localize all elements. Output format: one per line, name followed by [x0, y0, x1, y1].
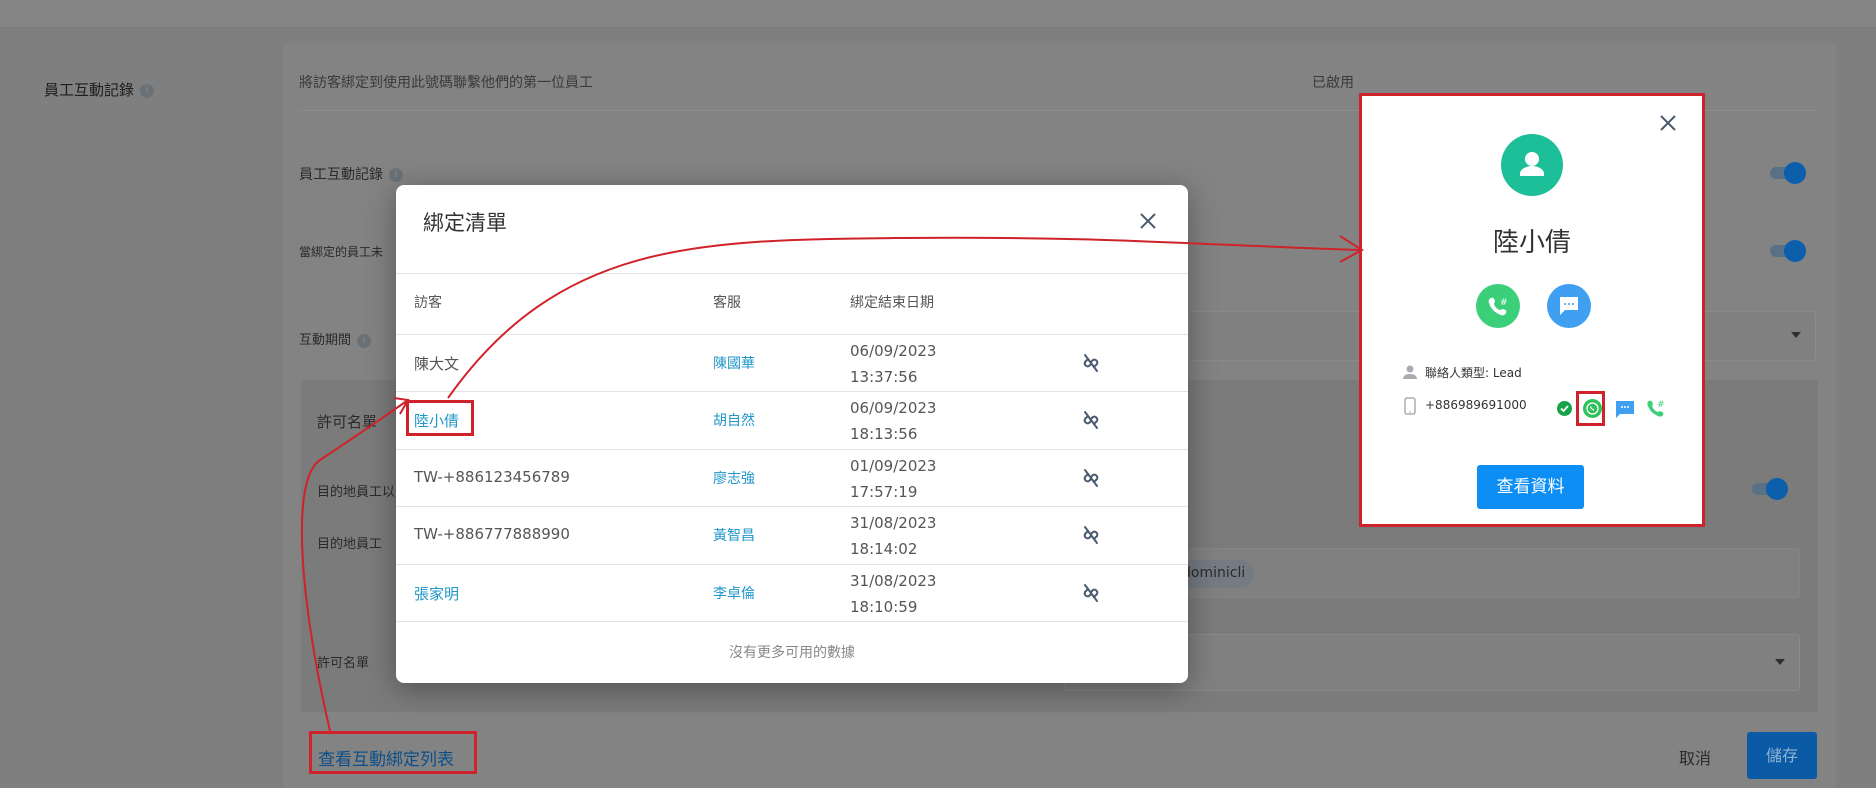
end-date-cell: 31/08/2023 18:10:59: [850, 568, 936, 620]
chevron-down-icon: [1791, 332, 1801, 338]
info-icon: i: [357, 333, 372, 348]
svg-text:#: #: [1657, 400, 1665, 410]
contact-name: 陸小倩: [1492, 228, 1571, 258]
date: 31/08/2023: [850, 514, 937, 533]
unavailable-label: 當綁定的員工未: [299, 245, 384, 259]
end-date-cell: 01/09/2023 17:57:19: [850, 453, 936, 505]
unlink-icon[interactable]: [1079, 351, 1103, 375]
dest-staff-select[interactable]: [1188, 548, 1800, 598]
allowlist-title: 許可名單: [317, 413, 378, 431]
visitor-cell: 陳大文: [414, 355, 460, 373]
phone-number: +886989691000: [1425, 398, 1527, 412]
time: 18:14:02: [850, 540, 918, 559]
no-more-data: 沒有更多可用的數據: [729, 645, 855, 661]
bind-status: 已啟用: [1312, 75, 1354, 91]
dest-staff-label: 目的地員工: [317, 537, 383, 552]
dest-staff-toggle[interactable]: [1750, 478, 1788, 500]
chevron-down-icon: [1775, 658, 1785, 665]
date: 01/09/2023: [850, 456, 937, 475]
info-icon: i: [389, 168, 403, 182]
view-profile-button[interactable]: 查看資料: [1477, 465, 1584, 509]
interaction-log-toggle[interactable]: [1768, 162, 1806, 184]
agent-cell[interactable]: 李卓倫: [713, 583, 755, 603]
time: 18:13:56: [850, 425, 918, 444]
close-icon[interactable]: [1659, 114, 1677, 132]
header-divider: [396, 273, 1188, 274]
time: 17:57:19: [850, 482, 918, 501]
visitor-cell: TW-+886123456789: [414, 467, 570, 486]
visitor-cell[interactable]: 張家明: [414, 583, 459, 604]
visitor-cell: TW-+886777888990: [414, 525, 570, 544]
call-icon[interactable]: #: [1646, 398, 1666, 418]
mobile-phone-icon: [1404, 397, 1416, 415]
date: 31/08/2023: [850, 571, 937, 590]
binding-list-modal: 綁定清單 訪客 客服 綁定結束日期 陳大文 陳國華 06/09/2023 13:3…: [396, 185, 1188, 683]
info-icon: i: [140, 83, 155, 98]
agent-cell[interactable]: 廖志強: [713, 468, 755, 488]
unlink-icon[interactable]: [1079, 466, 1103, 490]
table-row: 張家明 李卓倫 31/08/2023 18:10:59: [396, 563, 1188, 621]
call-button[interactable]: #: [1476, 284, 1520, 328]
interaction-log-label: 員工互動記錄 i: [299, 164, 403, 184]
unavailable-toggle[interactable]: [1768, 240, 1806, 262]
close-icon[interactable]: [1138, 211, 1158, 231]
annotation-box-whatsapp: [1576, 391, 1605, 426]
table-row: 陳大文 陳國華 06/09/2023 13:37:56: [396, 334, 1188, 391]
bind-description: 將訪客綁定到使用此號碼聯繫他們的第一位員工: [299, 75, 593, 91]
phone-dial-icon: #: [1488, 297, 1508, 316]
annotation-box-link: [309, 731, 477, 774]
table-row: TW-+886777888990 黃智昌 31/08/2023 18:14:02: [396, 506, 1188, 563]
svg-text:#: #: [1500, 298, 1508, 308]
period-label: 互動期間 i: [299, 329, 372, 348]
avatar: [1501, 134, 1563, 196]
end-date-cell: 06/09/2023 18:13:56: [850, 395, 936, 447]
allowlist-label: 許可名單: [317, 656, 370, 671]
annotation-box-visitor: [406, 400, 474, 436]
contact-type-value: Lead: [1492, 366, 1522, 380]
cancel-button[interactable]: 取消: [1679, 745, 1711, 769]
sms-icon[interactable]: [1615, 400, 1635, 419]
unlink-icon[interactable]: [1079, 523, 1103, 547]
end-date-cell: 31/08/2023 18:14:02: [850, 510, 936, 562]
section-label: 員工互動記錄 i: [44, 79, 155, 100]
agent-cell[interactable]: 黃智昌: [713, 525, 755, 545]
message-button[interactable]: [1547, 284, 1591, 328]
column-header-visitor: 訪客: [414, 295, 442, 311]
end-date-cell: 06/09/2023 13:37:56: [850, 338, 936, 390]
unlink-icon[interactable]: [1079, 408, 1103, 432]
column-header-agent: 客服: [713, 295, 741, 311]
agent-cell[interactable]: 陳國華: [713, 353, 755, 373]
dest-staff-toggle-label: 目的地員工以: [317, 485, 396, 500]
chat-bubble-icon: [1560, 297, 1578, 315]
top-strip: [0, 0, 1876, 28]
time: 18:10:59: [850, 597, 918, 616]
unlink-icon[interactable]: [1079, 581, 1103, 605]
contact-type-label: 聯絡人類型:: [1425, 366, 1490, 380]
save-button[interactable]: 儲存: [1747, 732, 1817, 779]
table-row: 陸小倩 胡自然 06/09/2023 18:13:56: [396, 391, 1188, 448]
contact-type: 聯絡人類型: Lead: [1425, 364, 1522, 381]
table-row: TW-+886123456789 廖志強 01/09/2023 17:57:19: [396, 448, 1188, 506]
person-icon: [1520, 152, 1544, 176]
agent-cell[interactable]: 胡自然: [713, 410, 755, 430]
date: 06/09/2023: [850, 342, 937, 360]
modal-title: 綁定清單: [423, 211, 507, 235]
column-header-end-date: 綁定結束日期: [850, 295, 934, 311]
person-icon: [1402, 364, 1418, 380]
date: 06/09/2023: [850, 399, 937, 418]
verified-check-icon: [1557, 401, 1572, 416]
contact-card: 陸小倩 # 聯絡人類型: Lead +886989691000 # 查看資料: [1359, 93, 1705, 527]
time: 13:37:56: [850, 368, 918, 386]
table-bottom-divider: [396, 621, 1188, 622]
